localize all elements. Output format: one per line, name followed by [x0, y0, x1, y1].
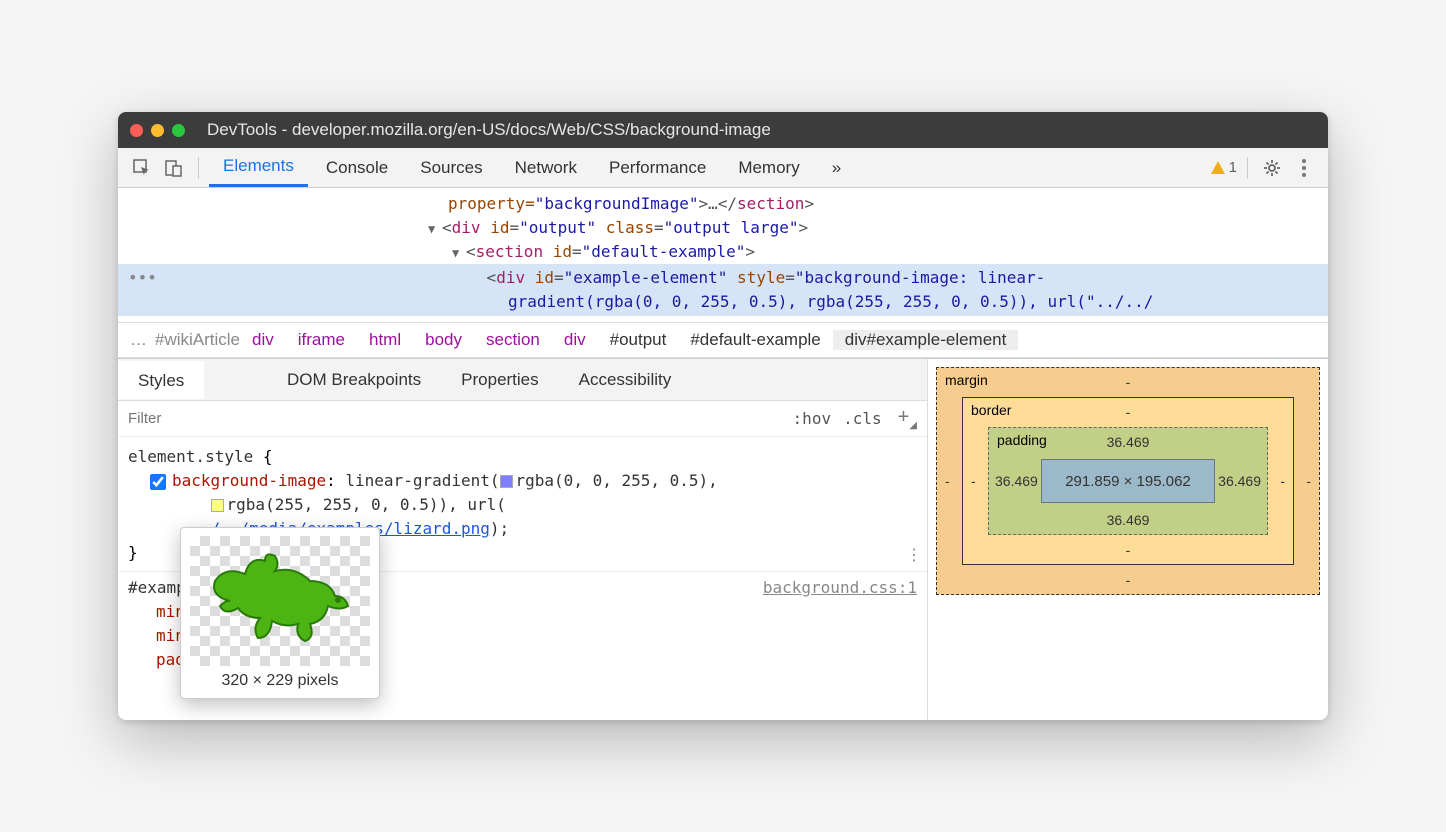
bottom-pane: 320 × 229 pixels Styles XX DOM Breakpoin… [118, 358, 1328, 720]
image-preview-tooltip: 320 × 229 pixels [180, 527, 380, 699]
titlebar: DevTools - developer.mozilla.org/en-US/d… [118, 112, 1328, 148]
traffic-lights [130, 124, 185, 137]
lizard-icon [200, 546, 360, 656]
breadcrumb-item[interactable]: iframe [286, 330, 357, 350]
subtab-styles[interactable]: Styles [118, 361, 204, 399]
tabs-overflow[interactable]: » [818, 150, 855, 186]
subtab-accessibility[interactable]: Accessibility [559, 362, 692, 398]
styles-filter-bar: :hov .cls +◢ [118, 401, 927, 437]
attr-name: property= [448, 194, 535, 213]
preview-checkerboard [190, 536, 370, 666]
divider [198, 157, 199, 179]
close-window-button[interactable] [130, 124, 143, 137]
property-toggle-checkbox[interactable] [150, 474, 166, 490]
tab-sources[interactable]: Sources [406, 150, 496, 186]
warnings-badge[interactable]: 1 [1211, 159, 1237, 176]
tab-elements[interactable]: Elements [209, 148, 308, 187]
hov-toggle[interactable]: :hov [793, 409, 832, 428]
breadcrumb-item[interactable]: html [357, 330, 413, 350]
attr-value: "backgroundImage" [535, 194, 699, 213]
tab-network[interactable]: Network [501, 150, 591, 186]
inspect-element-icon[interactable] [128, 154, 156, 182]
main-toolbar: Elements Console Sources Network Perform… [118, 148, 1328, 188]
css-property: background-image [172, 471, 326, 490]
tab-console[interactable]: Console [312, 150, 402, 186]
maximize-window-button[interactable] [172, 124, 185, 137]
sidebar-tabs: Styles XX DOM Breakpoints Properties Acc… [118, 359, 927, 401]
breadcrumb-item[interactable]: #default-example [678, 330, 832, 350]
breadcrumb-item[interactable]: #output [598, 330, 679, 350]
breadcrumb-item[interactable]: div [240, 330, 286, 350]
computed-box-model: margin - - - - border - - - - padding 36… [928, 359, 1328, 720]
settings-gear-icon[interactable] [1258, 154, 1286, 182]
rule-more-icon[interactable]: ⋮ [906, 543, 921, 567]
breadcrumb-current[interactable]: div#example-element [833, 330, 1019, 350]
breadcrumb-item[interactable]: body [413, 330, 474, 350]
divider [1247, 157, 1248, 179]
breadcrumb-item[interactable]: section [474, 330, 552, 350]
devtools-window: DevTools - developer.mozilla.org/en-US/d… [118, 112, 1328, 720]
minimize-window-button[interactable] [151, 124, 164, 137]
warning-icon [1211, 161, 1225, 174]
styles-filter-input[interactable] [118, 410, 783, 427]
content-dimensions: 291.859 × 195.062 [1065, 473, 1191, 490]
color-swatch-icon[interactable] [211, 499, 224, 512]
css-selector: element.style [128, 447, 253, 466]
tag-close: section [737, 194, 804, 213]
new-style-rule-button[interactable]: +◢ [892, 406, 927, 431]
dom-tree[interactable]: property="backgroundImage">…</section> ▼… [118, 188, 1328, 322]
preview-dimensions: 320 × 229 pixels [189, 672, 371, 690]
subtab-dom-breakpoints[interactable]: DOM Breakpoints [267, 362, 441, 398]
tab-memory[interactable]: Memory [724, 150, 813, 186]
tab-performance[interactable]: Performance [595, 150, 720, 186]
more-menu-icon[interactable] [1290, 154, 1318, 182]
breadcrumb-item[interactable]: #wikiArticle [155, 330, 240, 350]
warnings-count: 1 [1229, 159, 1237, 176]
box-content[interactable]: 291.859 × 195.062 [1041, 459, 1215, 503]
breadcrumb: … #wikiArticle div iframe html body sect… [118, 322, 1328, 358]
color-swatch-icon[interactable] [500, 475, 513, 488]
source-link[interactable]: background.css:1 [763, 576, 917, 600]
cls-toggle[interactable]: .cls [843, 409, 882, 428]
breadcrumb-ellipsis[interactable]: … [122, 330, 155, 350]
selected-dom-node[interactable]: ••• <div id="example-element" style="bac… [118, 264, 1328, 316]
device-toolbar-icon[interactable] [160, 154, 188, 182]
breadcrumb-item[interactable]: div [552, 330, 598, 350]
subtab-properties[interactable]: Properties [441, 362, 558, 398]
window-title: DevTools - developer.mozilla.org/en-US/d… [207, 120, 771, 140]
